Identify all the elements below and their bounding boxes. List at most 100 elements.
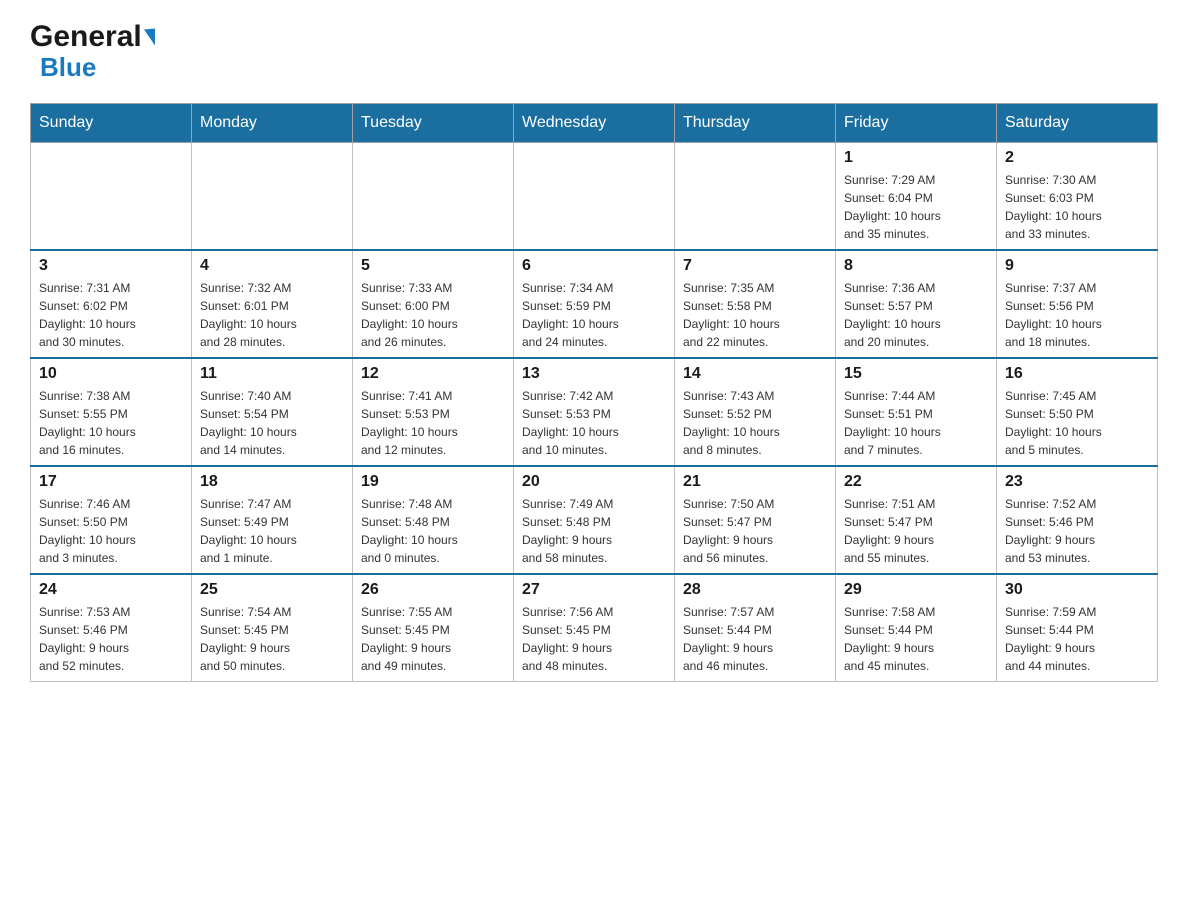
day-info: Sunrise: 7:34 AMSunset: 5:59 PMDaylight:… <box>522 279 666 351</box>
day-number: 26 <box>361 581 505 599</box>
calendar-cell: 22 Sunrise: 7:51 AMSunset: 5:47 PMDayligh… <box>836 466 997 574</box>
calendar-cell: 28 Sunrise: 7:57 AMSunset: 5:44 PMDayligh… <box>675 574 836 682</box>
day-info: Sunrise: 7:29 AMSunset: 6:04 PMDaylight:… <box>844 171 988 243</box>
day-number: 28 <box>683 581 827 599</box>
day-number: 25 <box>200 581 344 599</box>
day-info: Sunrise: 7:56 AMSunset: 5:45 PMDaylight:… <box>522 603 666 675</box>
calendar-cell: 14 Sunrise: 7:43 AMSunset: 5:52 PMDayligh… <box>675 358 836 466</box>
day-info: Sunrise: 7:52 AMSunset: 5:46 PMDaylight:… <box>1005 495 1149 567</box>
day-number: 11 <box>200 365 344 383</box>
calendar-cell: 3Sunrise: 7:31 AMSunset: 6:02 PMDaylight… <box>31 250 192 358</box>
calendar-cell <box>192 143 353 251</box>
day-info: Sunrise: 7:54 AMSunset: 5:45 PMDaylight:… <box>200 603 344 675</box>
day-info: Sunrise: 7:41 AMSunset: 5:53 PMDaylight:… <box>361 387 505 459</box>
calendar-week-row: 10 Sunrise: 7:38 AMSunset: 5:55 PMDayligh… <box>31 358 1158 466</box>
day-number: 24 <box>39 581 183 599</box>
calendar-cell: 18Sunrise: 7:47 AMSunset: 5:49 PMDayligh… <box>192 466 353 574</box>
day-number: 3 <box>39 257 183 275</box>
calendar-cell: 10 Sunrise: 7:38 AMSunset: 5:55 PMDayligh… <box>31 358 192 466</box>
day-header-thursday: Thursday <box>675 104 836 143</box>
day-number: 19 <box>361 473 505 491</box>
day-header-tuesday: Tuesday <box>353 104 514 143</box>
day-number: 16 <box>1005 365 1149 383</box>
calendar-cell: 21 Sunrise: 7:50 AMSunset: 5:47 PMDayligh… <box>675 466 836 574</box>
day-header-monday: Monday <box>192 104 353 143</box>
day-number: 1 <box>844 149 988 167</box>
calendar-cell: 20 Sunrise: 7:49 AMSunset: 5:48 PMDayligh… <box>514 466 675 574</box>
day-number: 14 <box>683 365 827 383</box>
calendar-cell <box>353 143 514 251</box>
calendar-cell: 26 Sunrise: 7:55 AMSunset: 5:45 PMDayligh… <box>353 574 514 682</box>
calendar-cell: 15 Sunrise: 7:44 AMSunset: 5:51 PMDayligh… <box>836 358 997 466</box>
calendar-week-row: 17Sunrise: 7:46 AMSunset: 5:50 PMDayligh… <box>31 466 1158 574</box>
calendar-cell: 2 Sunrise: 7:30 AMSunset: 6:03 PMDaylight… <box>997 143 1158 251</box>
logo: General Blue <box>30 20 155 83</box>
calendar-cell: 9 Sunrise: 7:37 AMSunset: 5:56 PMDaylight… <box>997 250 1158 358</box>
calendar-cell <box>675 143 836 251</box>
day-number: 15 <box>844 365 988 383</box>
day-number: 20 <box>522 473 666 491</box>
day-info: Sunrise: 7:37 AMSunset: 5:56 PMDaylight:… <box>1005 279 1149 351</box>
calendar-cell <box>514 143 675 251</box>
day-number: 18 <box>200 473 344 491</box>
day-info: Sunrise: 7:53 AMSunset: 5:46 PMDaylight:… <box>39 603 183 675</box>
logo-triangle-icon <box>144 28 155 46</box>
calendar-cell: 30 Sunrise: 7:59 AMSunset: 5:44 PMDayligh… <box>997 574 1158 682</box>
calendar-cell: 12 Sunrise: 7:41 AMSunset: 5:53 PMDayligh… <box>353 358 514 466</box>
calendar-cell: 25 Sunrise: 7:54 AMSunset: 5:45 PMDayligh… <box>192 574 353 682</box>
calendar-header-row: SundayMondayTuesdayWednesdayThursdayFrid… <box>31 104 1158 143</box>
day-number: 4 <box>200 257 344 275</box>
calendar-cell: 23Sunrise: 7:52 AMSunset: 5:46 PMDayligh… <box>997 466 1158 574</box>
day-info: Sunrise: 7:48 AMSunset: 5:48 PMDaylight:… <box>361 495 505 567</box>
calendar-cell <box>31 143 192 251</box>
calendar-cell: 7Sunrise: 7:35 AMSunset: 5:58 PMDaylight… <box>675 250 836 358</box>
day-header-friday: Friday <box>836 104 997 143</box>
calendar-cell: 13 Sunrise: 7:42 AMSunset: 5:53 PMDayligh… <box>514 358 675 466</box>
calendar-week-row: 24 Sunrise: 7:53 AMSunset: 5:46 PMDayligh… <box>31 574 1158 682</box>
calendar-week-row: 3Sunrise: 7:31 AMSunset: 6:02 PMDaylight… <box>31 250 1158 358</box>
day-info: Sunrise: 7:38 AMSunset: 5:55 PMDaylight:… <box>39 387 183 459</box>
day-number: 10 <box>39 365 183 383</box>
day-number: 22 <box>844 473 988 491</box>
calendar-week-row: 1 Sunrise: 7:29 AMSunset: 6:04 PMDaylight… <box>31 143 1158 251</box>
calendar-cell: 16 Sunrise: 7:45 AMSunset: 5:50 PMDayligh… <box>997 358 1158 466</box>
day-info: Sunrise: 7:36 AMSunset: 5:57 PMDaylight:… <box>844 279 988 351</box>
calendar-cell: 4Sunrise: 7:32 AMSunset: 6:01 PMDaylight… <box>192 250 353 358</box>
calendar-cell: 5Sunrise: 7:33 AMSunset: 6:00 PMDaylight… <box>353 250 514 358</box>
day-info: Sunrise: 7:49 AMSunset: 5:48 PMDaylight:… <box>522 495 666 567</box>
day-info: Sunrise: 7:51 AMSunset: 5:47 PMDaylight:… <box>844 495 988 567</box>
calendar-cell: 27 Sunrise: 7:56 AMSunset: 5:45 PMDayligh… <box>514 574 675 682</box>
day-number: 13 <box>522 365 666 383</box>
calendar-cell: 17Sunrise: 7:46 AMSunset: 5:50 PMDayligh… <box>31 466 192 574</box>
calendar-cell: 6Sunrise: 7:34 AMSunset: 5:59 PMDaylight… <box>514 250 675 358</box>
day-number: 21 <box>683 473 827 491</box>
calendar-cell: 11Sunrise: 7:40 AMSunset: 5:54 PMDayligh… <box>192 358 353 466</box>
day-info: Sunrise: 7:42 AMSunset: 5:53 PMDaylight:… <box>522 387 666 459</box>
day-header-sunday: Sunday <box>31 104 192 143</box>
day-number: 9 <box>1005 257 1149 275</box>
page-header: General Blue <box>30 20 1158 83</box>
day-info: Sunrise: 7:58 AMSunset: 5:44 PMDaylight:… <box>844 603 988 675</box>
day-info: Sunrise: 7:59 AMSunset: 5:44 PMDaylight:… <box>1005 603 1149 675</box>
day-info: Sunrise: 7:30 AMSunset: 6:03 PMDaylight:… <box>1005 171 1149 243</box>
day-number: 5 <box>361 257 505 275</box>
calendar-table: SundayMondayTuesdayWednesdayThursdayFrid… <box>30 103 1158 682</box>
day-number: 27 <box>522 581 666 599</box>
day-info: Sunrise: 7:50 AMSunset: 5:47 PMDaylight:… <box>683 495 827 567</box>
logo-general-text: General <box>30 20 142 54</box>
day-number: 12 <box>361 365 505 383</box>
day-header-wednesday: Wednesday <box>514 104 675 143</box>
day-info: Sunrise: 7:44 AMSunset: 5:51 PMDaylight:… <box>844 387 988 459</box>
day-number: 29 <box>844 581 988 599</box>
day-number: 2 <box>1005 149 1149 167</box>
day-info: Sunrise: 7:57 AMSunset: 5:44 PMDaylight:… <box>683 603 827 675</box>
day-info: Sunrise: 7:46 AMSunset: 5:50 PMDaylight:… <box>39 495 183 567</box>
calendar-cell: 1 Sunrise: 7:29 AMSunset: 6:04 PMDaylight… <box>836 143 997 251</box>
day-info: Sunrise: 7:35 AMSunset: 5:58 PMDaylight:… <box>683 279 827 351</box>
day-header-saturday: Saturday <box>997 104 1158 143</box>
day-number: 30 <box>1005 581 1149 599</box>
day-info: Sunrise: 7:55 AMSunset: 5:45 PMDaylight:… <box>361 603 505 675</box>
day-info: Sunrise: 7:45 AMSunset: 5:50 PMDaylight:… <box>1005 387 1149 459</box>
day-info: Sunrise: 7:43 AMSunset: 5:52 PMDaylight:… <box>683 387 827 459</box>
calendar-cell: 24 Sunrise: 7:53 AMSunset: 5:46 PMDayligh… <box>31 574 192 682</box>
